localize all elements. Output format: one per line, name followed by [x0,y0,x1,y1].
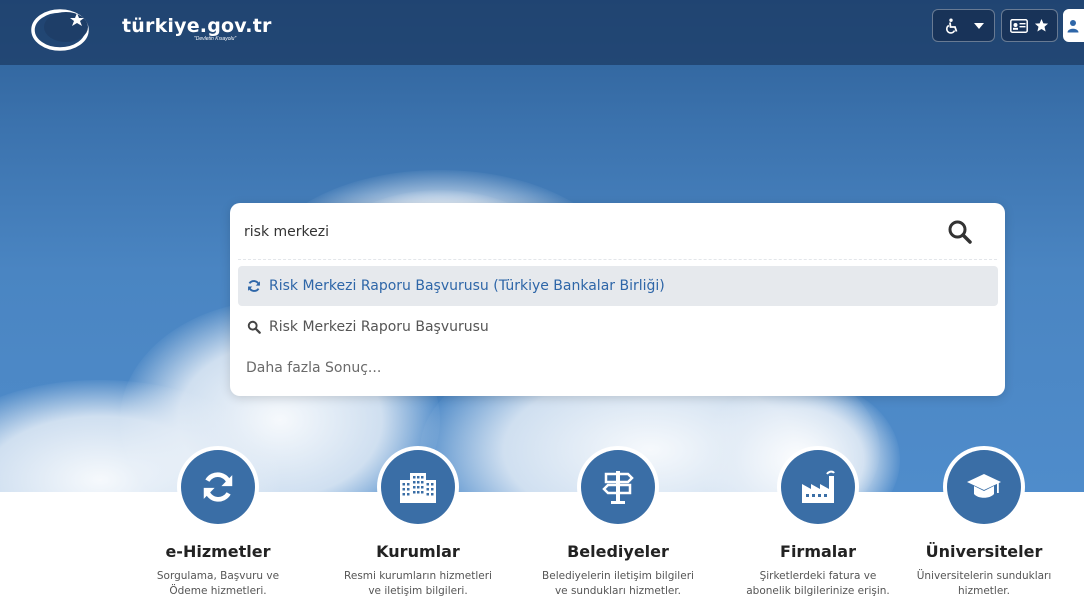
more-results-link[interactable]: Daha fazla Sonuç... [238,348,998,388]
refresh-icon [246,278,262,294]
category-title: Belediyeler [567,542,669,561]
search-icon [948,220,972,244]
search-divider [238,259,997,260]
search-icon [246,319,262,335]
caret-down-icon [973,22,984,29]
logo-slogan: "Devletin Kısayolu" [194,36,237,42]
category-icon-circle [177,446,259,528]
factory-icon [802,470,835,503]
suggestion-item[interactable]: Risk Merkezi Raporu Başvurusu [238,307,998,347]
id-card-favorites-button[interactable] [1001,9,1058,42]
category-icon-circle [943,446,1025,528]
category-kurumlar[interactable]: Kurumlar Resmi kurumların hizmetleri ve … [318,446,518,599]
crescent-star-icon [31,9,89,51]
wheelchair-icon [945,18,957,34]
category-icon-circle [377,446,459,528]
category-icon-circle [577,446,659,528]
suggestion-label: Risk Merkezi Raporu Başvurusu (Türkiye B… [269,278,665,294]
star-icon [1034,18,1049,32]
user-icon [1067,19,1079,32]
logo-text: türkiye.gov.tr [122,15,272,37]
site-header: türkiye.gov.tr "Devletin Kısayolu" [0,0,1084,65]
refresh-icon [203,472,233,502]
accessibility-button[interactable] [932,9,995,42]
category-title: Üniversiteler [925,542,1043,561]
category-icon-circle [777,446,859,528]
category-description: Sorgulama, Başvuru ve Ödeme hizmetleri. [156,570,280,597]
search-panel: Risk Merkezi Raporu Başvurusu (Türkiye B… [230,203,1005,396]
category-description: Üniversitelerin sundukları hizmetler. [916,570,1052,597]
site-logo[interactable]: türkiye.gov.tr "Devletin Kısayolu" [30,4,271,51]
suggestion-item[interactable]: Risk Merkezi Raporu Başvurusu (Türkiye B… [238,266,998,306]
search-input[interactable] [244,217,934,247]
category-description: Belediyelerin iletişim bilgileri ve sund… [542,570,694,597]
signpost-icon [602,471,634,504]
category-belediyeler[interactable]: Belediyeler Belediyelerin iletişim bilgi… [518,446,718,599]
user-login-button[interactable] [1063,9,1084,42]
category-title: Kurumlar [376,542,460,561]
search-button[interactable] [943,215,977,249]
category-e-hizmetler[interactable]: e-Hizmetler Sorgulama, Başvuru ve Ödeme … [118,446,318,599]
graduation-cap-icon [967,474,1001,498]
id-card-icon [1010,18,1028,33]
category-description: Resmi kurumların hizmetleri ve iletişim … [344,570,492,597]
building-icon [400,473,436,503]
suggestion-label: Risk Merkezi Raporu Başvurusu [269,319,489,335]
category-title: e-Hizmetler [165,542,271,561]
category-universiteler[interactable]: Üniversiteler Üniversitelerin sundukları… [884,446,1084,599]
more-results-label: Daha fazla Sonuç... [246,360,382,376]
